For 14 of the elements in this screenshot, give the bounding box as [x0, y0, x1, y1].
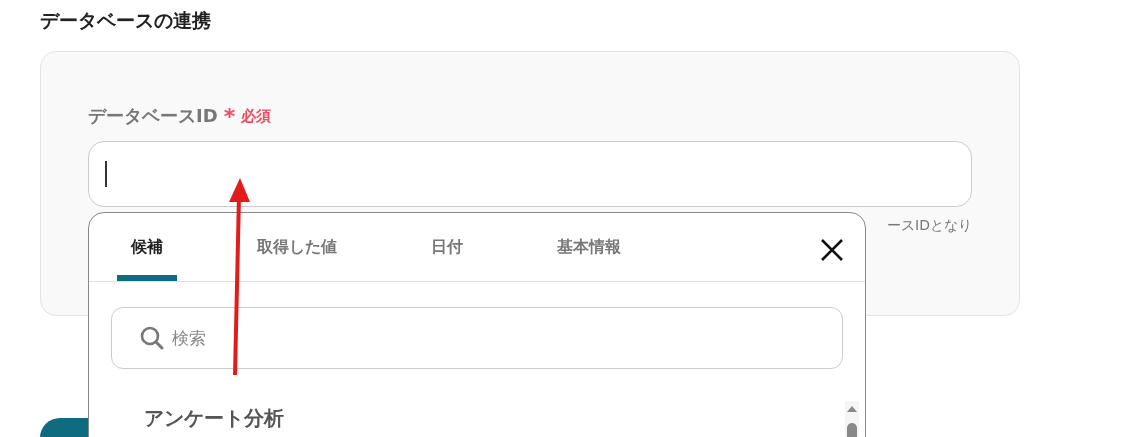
- input-field[interactable]: [88, 141, 972, 207]
- hint-text: ースIDとなり: [886, 217, 972, 235]
- field-label: データベースID: [88, 104, 218, 128]
- search-field[interactable]: 検索: [111, 307, 843, 369]
- section-title: データベースの連携: [40, 8, 211, 33]
- required-label: 必須: [241, 106, 272, 126]
- tab[interactable]: 基本情報: [543, 213, 635, 281]
- tab[interactable]: 候補: [117, 213, 177, 281]
- list-item[interactable]: アンケート分析: [144, 405, 284, 432]
- tab[interactable]: 取得した値: [243, 213, 351, 281]
- tab[interactable]: 日付: [417, 213, 477, 281]
- required-mark: *: [223, 103, 236, 129]
- search-icon: [139, 325, 165, 351]
- close-icon[interactable]: [819, 237, 845, 263]
